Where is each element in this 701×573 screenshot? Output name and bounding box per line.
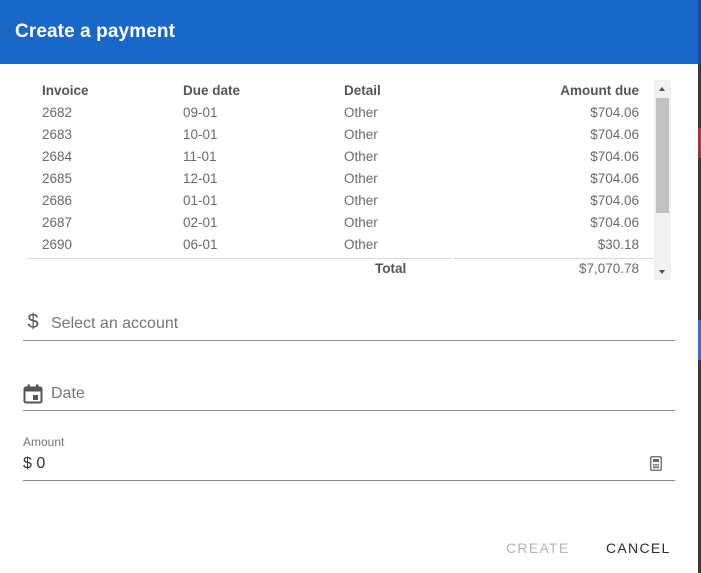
- amount-field[interactable]: Amount $ 0: [23, 430, 675, 481]
- cell-amount: $704.06: [590, 193, 639, 208]
- table-row[interactable]: 2687 02-01 Other $704.06: [27, 212, 654, 234]
- cell-amount: $704.06: [590, 215, 639, 230]
- cell-due-date: 01-01: [183, 193, 218, 208]
- cell-due-date: 11-01: [183, 149, 217, 164]
- cell-invoice: 2686: [42, 193, 73, 208]
- create-button[interactable]: CREATE: [506, 537, 570, 559]
- date-field[interactable]: Date: [23, 376, 675, 411]
- cell-detail: Other: [344, 149, 378, 164]
- cell-amount: $704.06: [590, 105, 639, 120]
- calendar-icon[interactable]: [23, 384, 43, 404]
- dialog-header: Create a payment: [0, 0, 698, 64]
- cell-due-date: 06-01: [183, 237, 218, 252]
- cell-detail: Other: [344, 215, 378, 230]
- total-divider: [27, 258, 654, 259]
- scroll-up-arrow-icon[interactable]: [654, 80, 671, 97]
- column-header-invoice: Invoice: [42, 83, 89, 98]
- table-row[interactable]: 2684 11-01 Other $704.06: [27, 146, 654, 168]
- table-row[interactable]: 2683 10-01 Other $704.06: [27, 124, 654, 146]
- cell-invoice: 2690: [42, 237, 73, 252]
- table-row[interactable]: 2690 06-01 Other $30.18: [27, 234, 654, 256]
- cell-invoice: 2685: [42, 171, 73, 186]
- invoice-table: Invoice Due date Detail Amount due 2682 …: [27, 80, 671, 280]
- scroll-down-arrow-icon[interactable]: [654, 263, 671, 280]
- table-row[interactable]: 2685 12-01 Other $704.06: [27, 168, 654, 190]
- table-row[interactable]: 2682 09-01 Other $704.06: [27, 102, 654, 124]
- cell-detail: Other: [344, 127, 378, 142]
- date-placeholder: Date: [51, 385, 85, 402]
- amount-input[interactable]: $ 0: [23, 455, 45, 473]
- dollar-icon: $: [27, 311, 39, 333]
- cancel-button[interactable]: CANCEL: [606, 537, 671, 559]
- column-header-amount-due: Amount due: [560, 83, 639, 98]
- total-value: $7,070.78: [578, 261, 639, 276]
- cell-detail: Other: [344, 237, 378, 252]
- cell-detail: Other: [344, 171, 378, 186]
- column-header-detail: Detail: [344, 83, 381, 98]
- account-select[interactable]: $ Select an account: [23, 306, 675, 341]
- calculator-icon[interactable]: [650, 456, 662, 471]
- cell-amount: $704.06: [590, 127, 639, 142]
- cell-amount: $704.06: [590, 171, 639, 186]
- table-total-row: Total $7,070.78: [27, 260, 654, 280]
- total-label: Total: [375, 261, 407, 276]
- column-header-due-date: Due date: [183, 83, 241, 98]
- cell-due-date: 10-01: [183, 127, 218, 142]
- cell-detail: Other: [344, 105, 378, 120]
- amount-label: Amount: [23, 435, 65, 449]
- cell-due-date: 12-01: [183, 171, 218, 186]
- cell-invoice: 2687: [42, 215, 73, 230]
- table-scrollbar[interactable]: [654, 80, 671, 280]
- dialog-title: Create a payment: [15, 21, 176, 42]
- cell-invoice: 2682: [42, 105, 73, 120]
- invoice-table-body: Invoice Due date Detail Amount due 2682 …: [27, 80, 654, 280]
- table-header-row: Invoice Due date Detail Amount due: [27, 80, 654, 102]
- cell-detail: Other: [344, 193, 378, 208]
- cell-invoice: 2684: [42, 149, 73, 164]
- cell-amount: $30.18: [597, 237, 639, 252]
- scrollbar-thumb[interactable]: [656, 98, 669, 213]
- cell-invoice: 2683: [42, 127, 73, 142]
- cell-due-date: 02-01: [183, 215, 218, 230]
- create-payment-dialog: Create a payment Invoice Due date Detail…: [0, 0, 698, 573]
- cell-due-date: 09-01: [183, 105, 218, 120]
- account-placeholder: Select an account: [51, 315, 179, 332]
- table-row[interactable]: 2686 01-01 Other $704.06: [27, 190, 654, 212]
- cell-amount: $704.06: [590, 149, 639, 164]
